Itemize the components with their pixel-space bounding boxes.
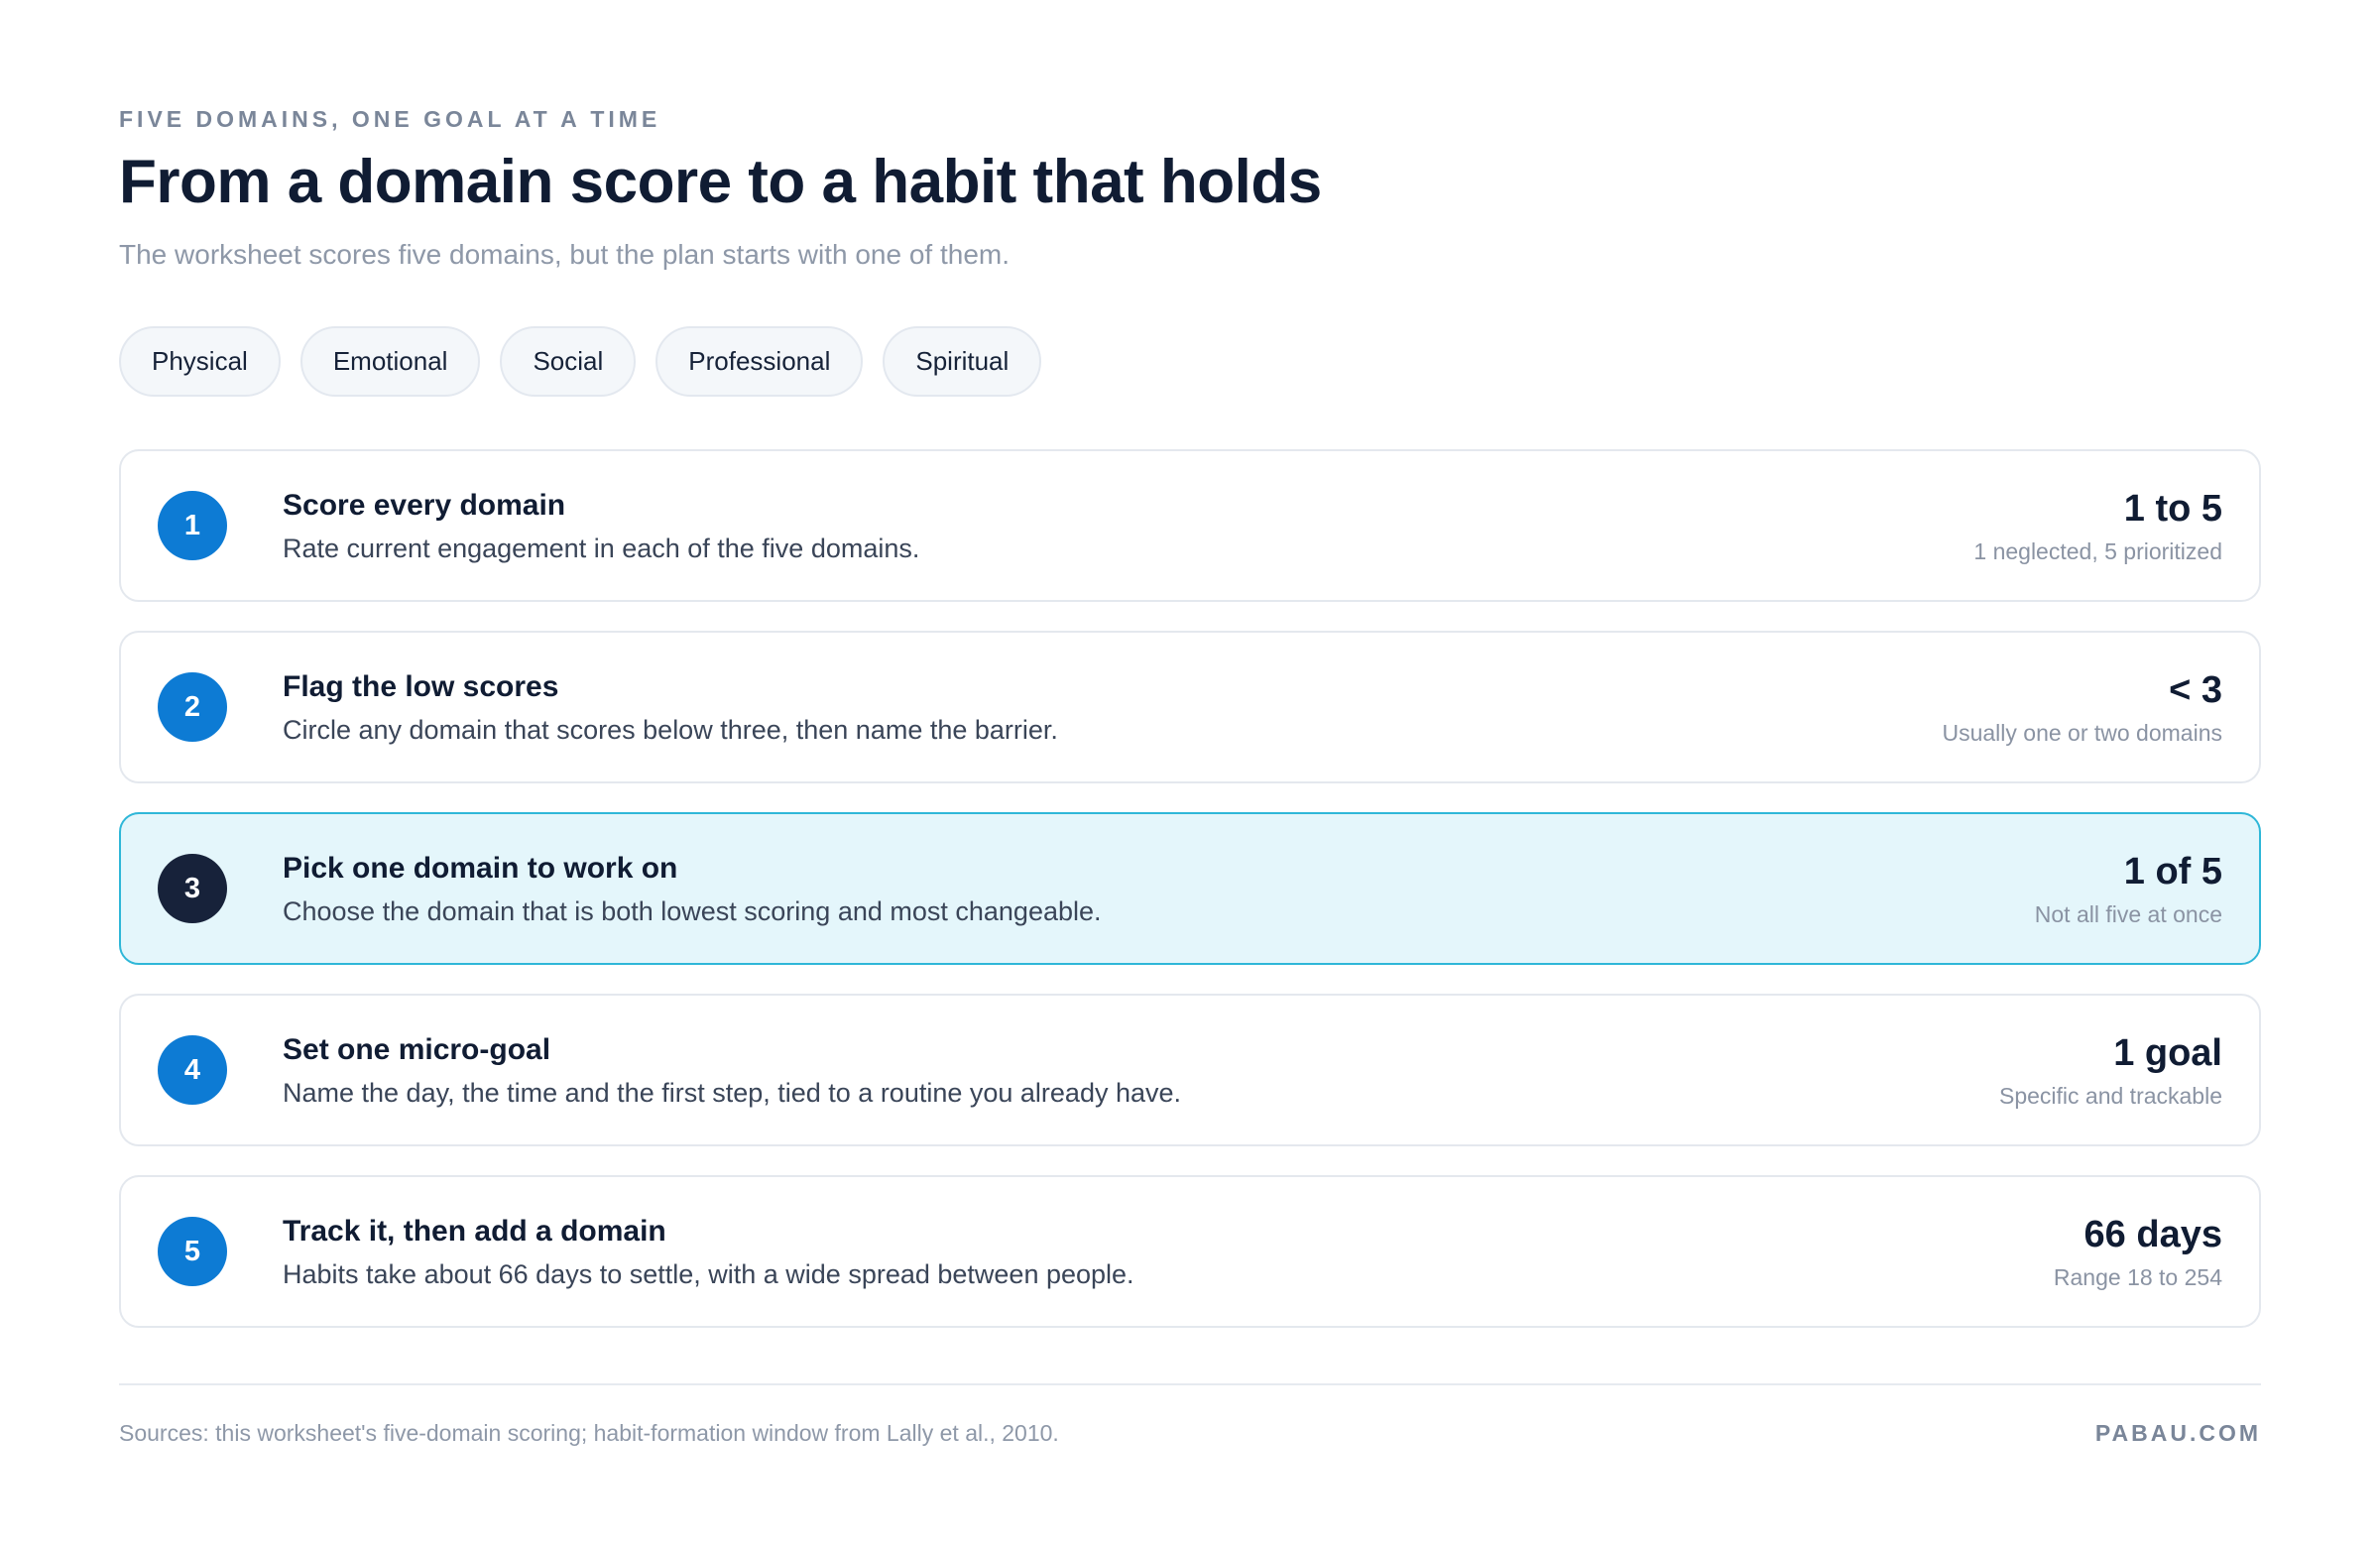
step-description: Habits take about 66 days to settle, wit… bbox=[283, 1258, 1134, 1289]
step-metric-value: 66 days bbox=[2083, 1214, 2222, 1255]
step-metric: < 3 Usually one or two domains bbox=[1942, 666, 2222, 748]
step-metric-value: 1 to 5 bbox=[2123, 488, 2222, 530]
step-metric-caption: Specific and trackable bbox=[1998, 1083, 2222, 1109]
step-description: Rate current engagement in each of the f… bbox=[283, 533, 920, 563]
step-text: Score every domain Rate current engageme… bbox=[283, 486, 1973, 566]
step-list: 1 Score every domain Rate current engage… bbox=[119, 449, 2261, 1328]
step-card-1: 1 Score every domain Rate current engage… bbox=[119, 449, 2261, 602]
step-metric: 1 to 5 1 neglected, 5 prioritized bbox=[1973, 485, 2222, 566]
step-metric: 66 days Range 18 to 254 bbox=[2054, 1211, 2222, 1292]
eyebrow-label: FIVE DOMAINS, ONE GOAL AT A TIME bbox=[119, 106, 661, 132]
step-card-2: 2 Flag the low scores Circle any domain … bbox=[119, 631, 2261, 783]
domain-chip-professional: Professional bbox=[655, 326, 864, 397]
step-metric: 1 goal Specific and trackable bbox=[1999, 1029, 2222, 1111]
domain-chips: Physical Emotional Social Professional S… bbox=[119, 326, 2261, 397]
step-card-4: 4 Set one micro-goal Name the day, the t… bbox=[119, 994, 2261, 1146]
domain-chip-social: Social bbox=[500, 326, 637, 397]
step-metric-caption: Range 18 to 254 bbox=[2053, 1264, 2222, 1290]
step-card-5: 5 Track it, then add a domain Habits tak… bbox=[119, 1175, 2261, 1328]
step-metric-caption: Usually one or two domains bbox=[1942, 720, 2222, 746]
step-metric-value: 1 goal bbox=[2113, 1032, 2222, 1074]
step-metric-value: 1 of 5 bbox=[2123, 851, 2222, 892]
step-description: Circle any domain that scores below thre… bbox=[283, 714, 1058, 745]
step-text: Flag the low scores Circle any domain th… bbox=[283, 667, 1942, 748]
step-title: Flag the low scores bbox=[283, 669, 559, 703]
domain-chip-physical: Physical bbox=[119, 326, 281, 397]
step-number-badge: 1 bbox=[158, 491, 227, 560]
step-metric-value: < 3 bbox=[2169, 669, 2222, 711]
step-title: Score every domain bbox=[283, 488, 566, 522]
domain-chip-spiritual: Spiritual bbox=[883, 326, 1042, 397]
step-title: Pick one domain to work on bbox=[283, 851, 678, 885]
step-number-badge: 4 bbox=[158, 1035, 227, 1105]
infographic-page: FIVE DOMAINS, ONE GOAL AT A TIME From a … bbox=[0, 0, 2380, 1547]
step-title: Track it, then add a domain bbox=[283, 1214, 666, 1248]
step-description: Name the day, the time and the first ste… bbox=[283, 1077, 1182, 1108]
step-card-3-highlighted: 3 Pick one domain to work on Choose the … bbox=[119, 812, 2261, 965]
step-metric-caption: Not all five at once bbox=[2034, 901, 2222, 927]
step-number-badge: 2 bbox=[158, 672, 227, 742]
step-metric-caption: 1 neglected, 5 prioritized bbox=[1973, 538, 2222, 564]
step-description: Choose the domain that is both lowest sc… bbox=[283, 895, 1102, 926]
brand-wordmark: PABAU.COM bbox=[2094, 1420, 2261, 1446]
page-title: From a domain score to a habit that hold… bbox=[119, 148, 1322, 216]
sources-note: Sources: this worksheet's five-domain sc… bbox=[119, 1420, 1059, 1446]
step-text: Set one micro-goal Name the day, the tim… bbox=[283, 1030, 1999, 1111]
page-subtitle: The worksheet scores five domains, but t… bbox=[119, 239, 1010, 270]
step-title: Set one micro-goal bbox=[283, 1032, 551, 1066]
step-number-badge: 5 bbox=[158, 1217, 227, 1286]
step-text: Pick one domain to work on Choose the do… bbox=[283, 849, 2035, 929]
domain-chip-emotional: Emotional bbox=[299, 326, 481, 397]
footer-divider bbox=[119, 1383, 2261, 1385]
step-text: Track it, then add a domain Habits take … bbox=[283, 1212, 2054, 1292]
step-number-badge: 3 bbox=[158, 854, 227, 923]
step-metric: 1 of 5 Not all five at once bbox=[2035, 848, 2222, 929]
footer: Sources: this worksheet's five-domain sc… bbox=[119, 1420, 2261, 1447]
